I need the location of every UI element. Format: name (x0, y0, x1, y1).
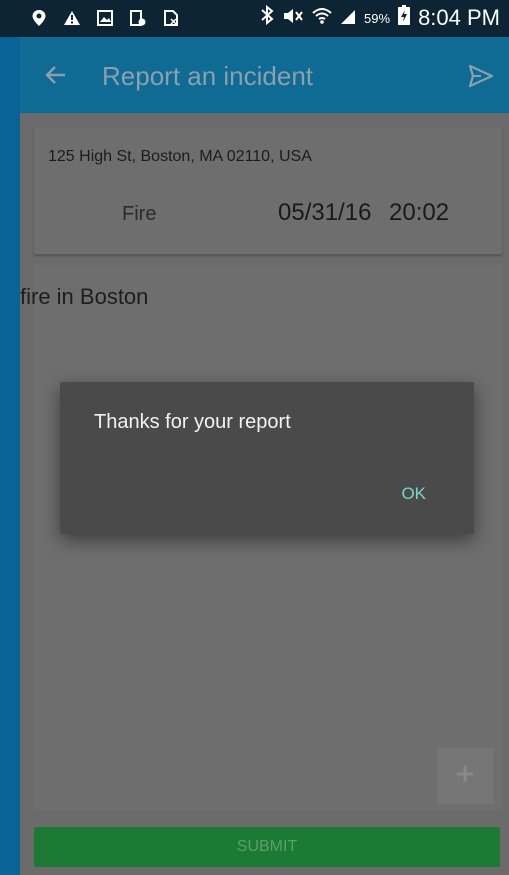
signal-icon (340, 5, 356, 31)
bluetooth-icon (260, 4, 274, 31)
send-icon[interactable] (467, 62, 495, 90)
battery-icon (398, 5, 411, 31)
add-photo-button[interactable] (437, 748, 493, 804)
status-bar: 59% 8:04 PM (0, 0, 509, 37)
warning-icon (63, 9, 81, 27)
status-right-icons: 59% 8:04 PM (260, 4, 500, 31)
clock: 8:04 PM (418, 5, 500, 30)
description-area[interactable] (34, 265, 502, 810)
incident-description[interactable]: fire in Boston (20, 284, 148, 310)
mute-icon (282, 5, 304, 31)
image-icon (96, 9, 114, 27)
location-icon (30, 9, 48, 27)
incident-time[interactable]: 20:02 (389, 199, 449, 227)
side-strip (0, 37, 20, 875)
ok-button[interactable]: OK (401, 480, 426, 508)
battery-percent: 59% (364, 10, 391, 26)
page-title: Report an incident (102, 61, 314, 91)
screenshot-icon (129, 9, 147, 27)
no-sim-icon (162, 9, 180, 27)
dialog-message: Thanks for your report (94, 411, 291, 433)
submit-button[interactable]: SUBMIT (34, 827, 500, 867)
status-left-icons (30, 9, 180, 27)
arrow-left-icon[interactable] (43, 62, 69, 88)
incident-type[interactable]: Fire (122, 203, 156, 226)
app-bar: Report an incident (20, 37, 509, 113)
incident-address: 125 High St, Boston, MA 02110, USA (48, 148, 312, 165)
incident-date[interactable]: 05/31/16 (278, 199, 371, 227)
add-icon (454, 763, 476, 790)
confirmation-dialog: Thanks for your report OK (60, 382, 474, 534)
wifi-icon (312, 5, 332, 31)
